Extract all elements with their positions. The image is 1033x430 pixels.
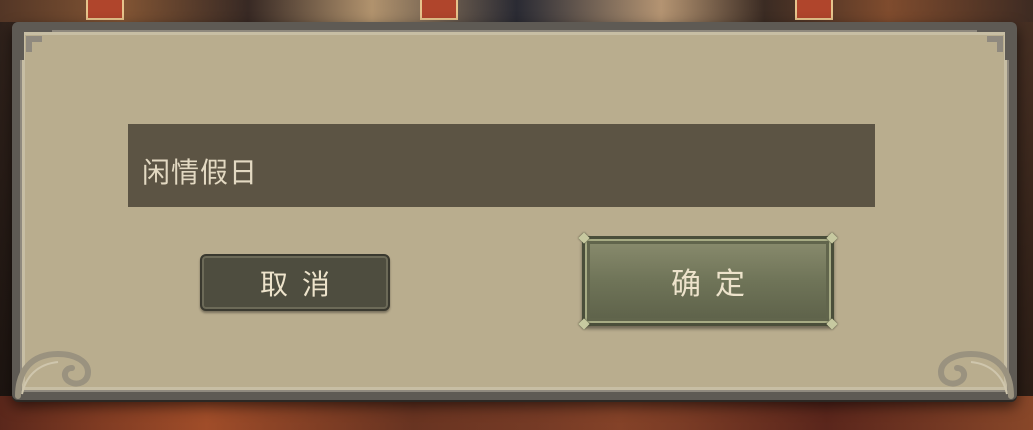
rename-dialog: 闲情假日 取消 确定	[12, 22, 1017, 400]
button-rivet-icon	[578, 318, 590, 330]
background-art-top	[0, 0, 1033, 22]
background-banner-tag	[86, 0, 124, 20]
background-banner-tag	[795, 0, 833, 20]
game-scene-background: 闲情假日 取消 确定	[0, 0, 1033, 430]
background-banner-tag	[420, 0, 458, 20]
name-input[interactable]: 闲情假日	[128, 124, 875, 207]
confirm-button[interactable]: 确定	[578, 232, 838, 330]
button-rivet-icon	[826, 232, 838, 244]
confirm-button-label: 确定	[671, 267, 759, 302]
cancel-button[interactable]: 取消	[200, 254, 390, 311]
cloud-scroll-ornament-icon	[15, 350, 92, 399]
cancel-button-label: 取消	[259, 267, 344, 301]
button-rivet-icon	[826, 318, 838, 330]
corner-ornament-icon	[14, 24, 52, 60]
name-input-value: 闲情假日	[142, 155, 259, 189]
button-rivet-icon	[578, 232, 590, 244]
cloud-scroll-ornament-icon	[937, 350, 1014, 399]
corner-ornament-icon	[977, 24, 1015, 60]
background-art-bottom	[0, 396, 1033, 430]
